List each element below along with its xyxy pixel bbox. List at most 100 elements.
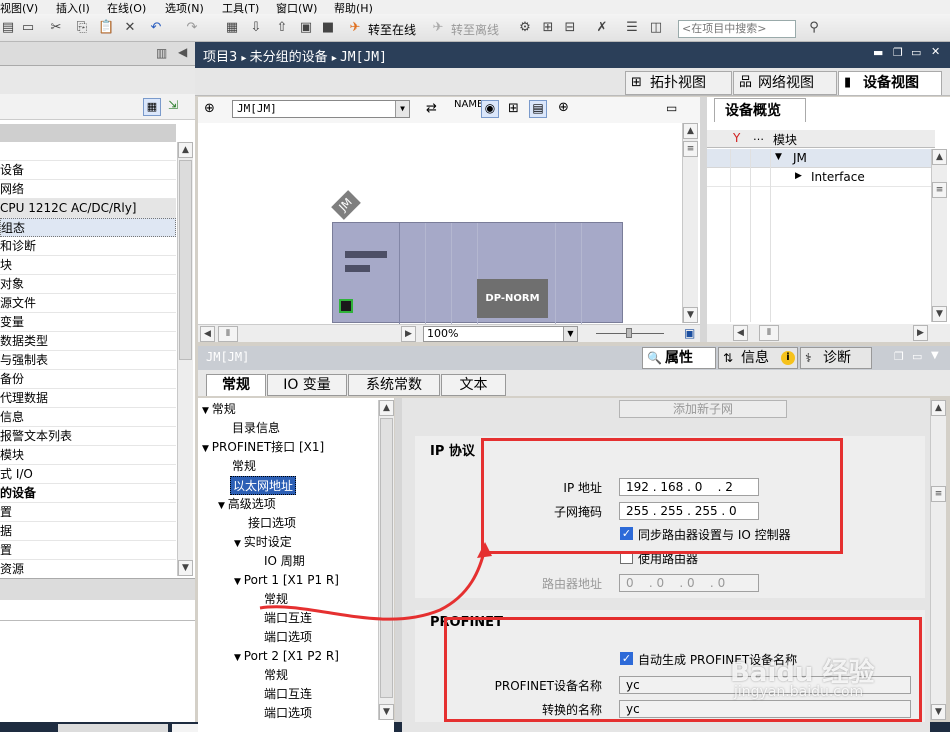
tab-general[interactable]: 常规 (206, 374, 266, 396)
page-icon[interactable]: ▤ (529, 100, 547, 118)
project-tree-scrollbar[interactable]: ▲ ▼ (177, 142, 193, 576)
zoom-select[interactable]: 100% ▼ (423, 326, 578, 342)
scroll-thumb[interactable] (179, 160, 192, 360)
scroll-down-icon[interactable]: ▼ (932, 306, 947, 322)
float-window-icon[interactable]: ▭ (911, 46, 921, 59)
accessible-devices-icon[interactable]: ⚙ (517, 20, 533, 36)
view-icon[interactable]: ◉ (481, 100, 499, 118)
tab-properties[interactable]: 🔍 属性 (642, 347, 716, 369)
scroll-up-icon[interactable]: ▲ (932, 149, 947, 165)
nav-general[interactable]: ▼ 常规 (202, 400, 236, 419)
show-names-icon[interactable]: NAME (454, 99, 483, 110)
tab-system-constants[interactable]: 系统常数 (348, 374, 440, 396)
restore-window-icon[interactable]: ❐ (893, 46, 903, 59)
upload-icon[interactable]: ⇧ (274, 20, 290, 36)
tab-info[interactable]: ⇅ 信息 i (718, 347, 798, 369)
nav-catalog-info[interactable]: 目录信息 (232, 419, 280, 438)
taskbar-item[interactable] (58, 724, 168, 732)
add-subnet-button[interactable]: 添加新子网 (619, 400, 787, 418)
tab-device-view[interactable]: ▮ 设备视图 (838, 71, 942, 95)
content-scrollbar[interactable]: ▲ ≡ ▼ (930, 400, 946, 720)
tree-row-data-types[interactable]: 数据类型 (0, 332, 176, 351)
tab-texts[interactable]: 文本 (441, 374, 506, 396)
split-horizontal-icon[interactable]: ☰ (624, 20, 640, 36)
go-offline-icon[interactable]: ✈ (430, 20, 446, 36)
tree-row-alarm-texts[interactable]: 报警文本列表 (0, 427, 176, 446)
tab-device-overview[interactable]: 设备概览 (714, 98, 806, 122)
chevron-down-icon[interactable]: ▼ (395, 101, 409, 117)
cross-reference-icon[interactable]: ⊞ (540, 20, 556, 36)
copy-icon[interactable]: ⎘ (74, 20, 90, 36)
tab-diagnostics[interactable]: ⚕ 诊断 (800, 347, 872, 369)
tree-row-proxy-data[interactable]: 代理数据 (0, 389, 176, 408)
tree-row-settings-2[interactable]: 置 (0, 541, 176, 560)
tree-row-settings[interactable]: 置 (0, 503, 176, 522)
scroll-left-icon[interactable]: ◀ (200, 326, 215, 342)
nav-port2-interconnection[interactable]: 端口互连 (264, 685, 312, 704)
chevron-down-icon[interactable]: ▼ (563, 327, 577, 341)
stop-icon[interactable]: ■ (320, 20, 336, 36)
split-vertical-icon[interactable]: ◫ (648, 20, 664, 36)
overview-hscroll[interactable]: ◀ ⦀ ▶ (707, 324, 950, 342)
delete-icon[interactable]: ✕ (122, 20, 138, 36)
canvas-vscroll[interactable]: ▲ ≡ ▼ (682, 123, 698, 323)
collapse-icon[interactable]: ▶ (795, 171, 802, 181)
router-address-field[interactable]: 0 . 0 . 0 . 0 (619, 574, 759, 592)
expand-icon[interactable]: ▼ (775, 152, 782, 162)
tree-row-config[interactable]: 组态 (0, 218, 176, 237)
collapse-left-icon[interactable]: ◀ (178, 45, 187, 59)
download-icon[interactable]: ⇩ (248, 20, 264, 36)
scroll-thumb[interactable]: ≡ (683, 141, 698, 157)
nav-port2-general[interactable]: 常规 (264, 666, 288, 685)
scroll-down-icon[interactable]: ▼ (683, 307, 698, 323)
overview-vscroll[interactable]: ▲ ≡ ▼ (931, 149, 947, 322)
zoom-slider-handle[interactable] (626, 328, 632, 338)
nav-port1-options[interactable]: 端口选项 (264, 628, 312, 647)
nav-advanced-options[interactable]: ▼ 高级选项 (218, 495, 276, 514)
tree-row-blocks[interactable]: 块 (0, 256, 176, 275)
tab-io-tags[interactable]: IO 变量 (267, 374, 347, 396)
tree-row-info[interactable]: 信息 (0, 408, 176, 427)
device-rack[interactable]: DP-NORM (332, 222, 623, 324)
scroll-up-icon[interactable]: ▲ (931, 400, 946, 416)
breadcrumb-group[interactable]: 未分组的设备 (250, 50, 328, 65)
zoom-in-icon[interactable]: ⊕ (558, 100, 569, 115)
go-offline-button[interactable]: 转至离线 (451, 21, 499, 38)
tree-row-distributed-io[interactable]: 式 I/O (0, 465, 176, 484)
tree-row-tags[interactable]: 变量 (0, 313, 176, 332)
search-input[interactable]: <在项目中搜索> (678, 20, 796, 38)
restore-panel-icon[interactable]: ❐ (894, 350, 904, 363)
nav-profinet-interface[interactable]: ▼ PROFINET接口 [X1] (202, 438, 324, 457)
scroll-thumb[interactable]: ≡ (932, 182, 947, 198)
tree-row-force-tables[interactable]: 与强制表 (0, 351, 176, 370)
cut-icon[interactable]: ✂ (48, 20, 64, 36)
swap-icon[interactable]: ⇄ (426, 101, 437, 116)
collapse-panel-icon[interactable]: ▼ (931, 350, 939, 361)
print-icon[interactable]: ▭ (20, 20, 36, 36)
tree-row-ungrouped-devices[interactable]: 的设备 (0, 484, 176, 503)
save-icon[interactable]: ▤ (0, 20, 16, 36)
navigation-icon[interactable]: ▣ (684, 326, 695, 340)
tab-network-view[interactable]: 品 网络视图 (733, 71, 837, 95)
close-window-icon[interactable]: ✕ (931, 45, 940, 58)
scroll-down-icon[interactable]: ▼ (178, 560, 193, 576)
scroll-left-icon[interactable]: ◀ (733, 325, 748, 341)
tree-row-data[interactable]: 据 (0, 522, 176, 541)
overview-row[interactable]: ▶ Interface (707, 168, 935, 187)
tree-row-cpu[interactable]: CPU 1212C AC/DC/Rly] (0, 199, 176, 218)
tree-row-network[interactable]: 网络 (0, 180, 176, 199)
scroll-up-icon[interactable]: ▲ (178, 142, 193, 158)
panel-splitter[interactable] (700, 97, 707, 342)
nav-port2-options[interactable]: 端口选项 (264, 704, 312, 723)
hscroll-thumb[interactable]: ⦀ (218, 326, 238, 342)
grid-icon[interactable]: ⊞ (508, 101, 519, 116)
nav-ethernet-addresses[interactable]: 以太网地址 (230, 476, 297, 495)
col-module[interactable]: 模块 (773, 131, 797, 148)
call-structure-icon[interactable]: ⊟ (562, 20, 578, 36)
paste-icon[interactable]: 📋 (98, 20, 114, 36)
simulate-icon[interactable]: ▣ (298, 20, 314, 36)
tree-row-objects[interactable]: 对象 (0, 275, 176, 294)
search-go-icon[interactable]: ⚲ (806, 20, 822, 36)
tab-topology-view[interactable]: ⊞ 拓扑视图 (625, 71, 732, 95)
minimize-window-icon[interactable]: ▬ (873, 46, 883, 59)
